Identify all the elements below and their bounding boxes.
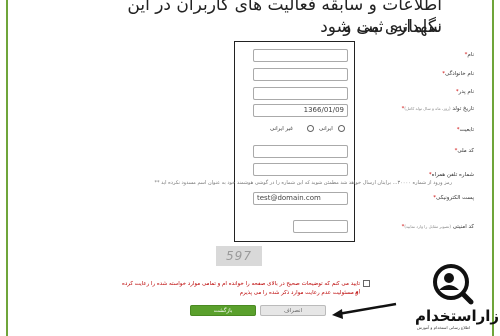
label-email: *پست الکترونیکی (433, 195, 474, 201)
national-code-input[interactable] (253, 145, 348, 158)
pointer-arrow-icon (332, 302, 397, 319)
cancel-button[interactable]: انصراف (260, 305, 326, 316)
label-national-code: *کد ملی (454, 148, 474, 154)
nationality-iranian-label: ایرانی (319, 126, 333, 132)
first-name-input[interactable] (253, 49, 348, 62)
birth-date-input[interactable]: 1366/01/09 (253, 104, 348, 117)
page-subtitle: نگهداری می شود (320, 17, 442, 37)
logo-tagline: اطلاع رسانی استخدام و آموزش (417, 325, 471, 330)
nationality-foreign-radio[interactable] (307, 125, 314, 132)
agree-text-line2: و مسئولیت عدم رعایت موارد ذکر شده را می … (239, 290, 360, 296)
label-father-name: *نام پدر (455, 89, 474, 95)
back-button[interactable]: بازگشت (190, 305, 256, 316)
father-name-input[interactable] (253, 87, 348, 100)
mobile-note: ** رمز ورود از شماره ۳۰۰۰۰... برایتان ار… (154, 180, 452, 186)
nationality-iranian-radio[interactable] (338, 125, 345, 132)
label-captcha: * کد امنیتی (تصویر مقابل را وارد نمایید) (401, 224, 474, 230)
label-last-name: *نام خانوادگی (442, 71, 474, 77)
label-mobile: *شماره تلفن همراه (428, 172, 474, 178)
captcha-input[interactable] (293, 220, 348, 233)
agree-checkbox[interactable] (363, 280, 370, 287)
captcha-image: 597 (216, 246, 262, 266)
label-first-name: *نام (464, 52, 474, 58)
logo-text: بازاراستخدام (415, 307, 500, 325)
nationality-foreign-label: غیر ایرانی (270, 126, 294, 132)
label-birth-date: * تاریخ تولد (روز، ماه و سال تولد کامل) (401, 106, 474, 112)
mobile-input[interactable] (253, 163, 348, 176)
email-input[interactable]: test@domain.com (253, 192, 348, 205)
last-name-input[interactable] (253, 68, 348, 81)
label-nationality: *تابعیت (456, 127, 474, 133)
